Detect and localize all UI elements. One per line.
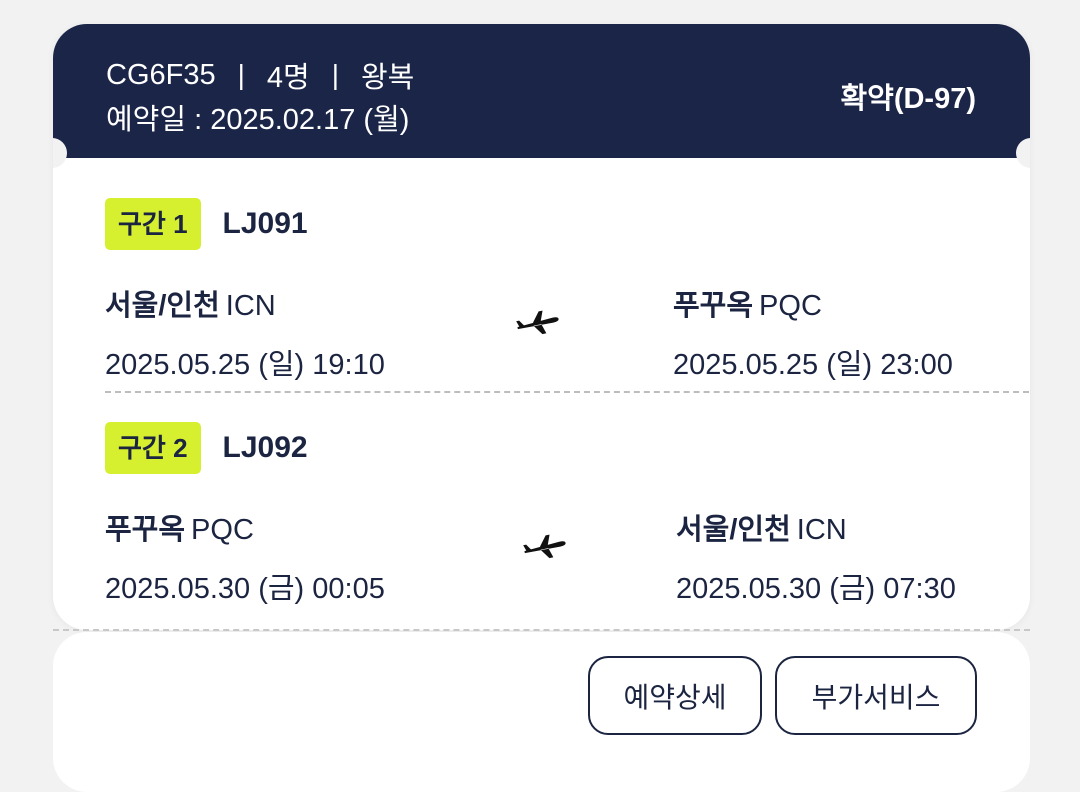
booking-date: 2025.02.17 (월) xyxy=(210,104,410,136)
flight-number: LJ092 xyxy=(222,431,308,464)
airplane-icon xyxy=(523,534,566,559)
booking-date-line: 예약일 : 2025.02.17 (월) xyxy=(106,96,409,138)
passenger-count: 4명 xyxy=(266,62,310,94)
segment-1-arrival: 푸꾸옥 PQC 2025.05.25 (일) 23:00 xyxy=(673,282,953,383)
arrival-city: 푸꾸옥 xyxy=(673,290,754,322)
departure-city: 서울/인천 xyxy=(105,290,220,322)
arrival-datetime: 2025.05.30 (금) 07:30 xyxy=(676,573,956,605)
reservation-detail-button[interactable]: 예약상세 xyxy=(588,656,762,735)
arrival-code: PQC xyxy=(759,290,822,322)
departure-city: 푸꾸옥 xyxy=(105,514,186,546)
segment-1-departure: 서울/인천 ICN 2025.05.25 (일) 19:10 xyxy=(105,282,385,383)
reservation-card: CG6F35 | 4명 | 왕복 예약일 : 2025.02.17 (월) 확약… xyxy=(53,24,1030,630)
action-bar: 예약상세 부가서비스 xyxy=(53,632,1030,792)
departure-code: ICN xyxy=(225,290,276,322)
booking-date-label: 예약일 : xyxy=(106,104,211,136)
segment-1-header: 구간 1 LJ091 xyxy=(105,198,308,250)
card-tear-line xyxy=(53,629,1030,631)
extra-services-button[interactable]: 부가서비스 xyxy=(775,656,977,735)
booking-code: CG6F35 xyxy=(106,58,216,91)
trip-type: 왕복 xyxy=(360,62,415,94)
arrival-city: 서울/인천 xyxy=(676,514,791,546)
departure-datetime: 2025.05.30 (금) 00:05 xyxy=(105,573,385,605)
flight-number: LJ091 xyxy=(222,207,308,240)
arrival-datetime: 2025.05.25 (일) 23:00 xyxy=(673,349,953,381)
arrival-code: ICN xyxy=(796,514,847,546)
separator: | xyxy=(237,59,245,90)
reservation-header: CG6F35 | 4명 | 왕복 예약일 : 2025.02.17 (월) 확약… xyxy=(53,24,1030,158)
segment-2-header: 구간 2 LJ092 xyxy=(105,422,308,474)
status-badge: 확약(D-97) xyxy=(840,83,976,115)
departure-datetime: 2025.05.25 (일) 19:10 xyxy=(105,349,385,381)
reservation-summary: CG6F35 | 4명 | 왕복 xyxy=(106,54,414,96)
segment-divider xyxy=(105,391,1029,393)
departure-code: PQC xyxy=(191,514,254,546)
airplane-icon xyxy=(516,310,559,335)
segment-badge: 구간 2 xyxy=(105,422,201,474)
segment-badge: 구간 1 xyxy=(105,198,201,250)
separator: | xyxy=(331,59,339,90)
segment-2-arrival: 서울/인천 ICN 2025.05.30 (금) 07:30 xyxy=(676,506,956,607)
segment-2-departure: 푸꾸옥 PQC 2025.05.30 (금) 00:05 xyxy=(105,506,385,607)
